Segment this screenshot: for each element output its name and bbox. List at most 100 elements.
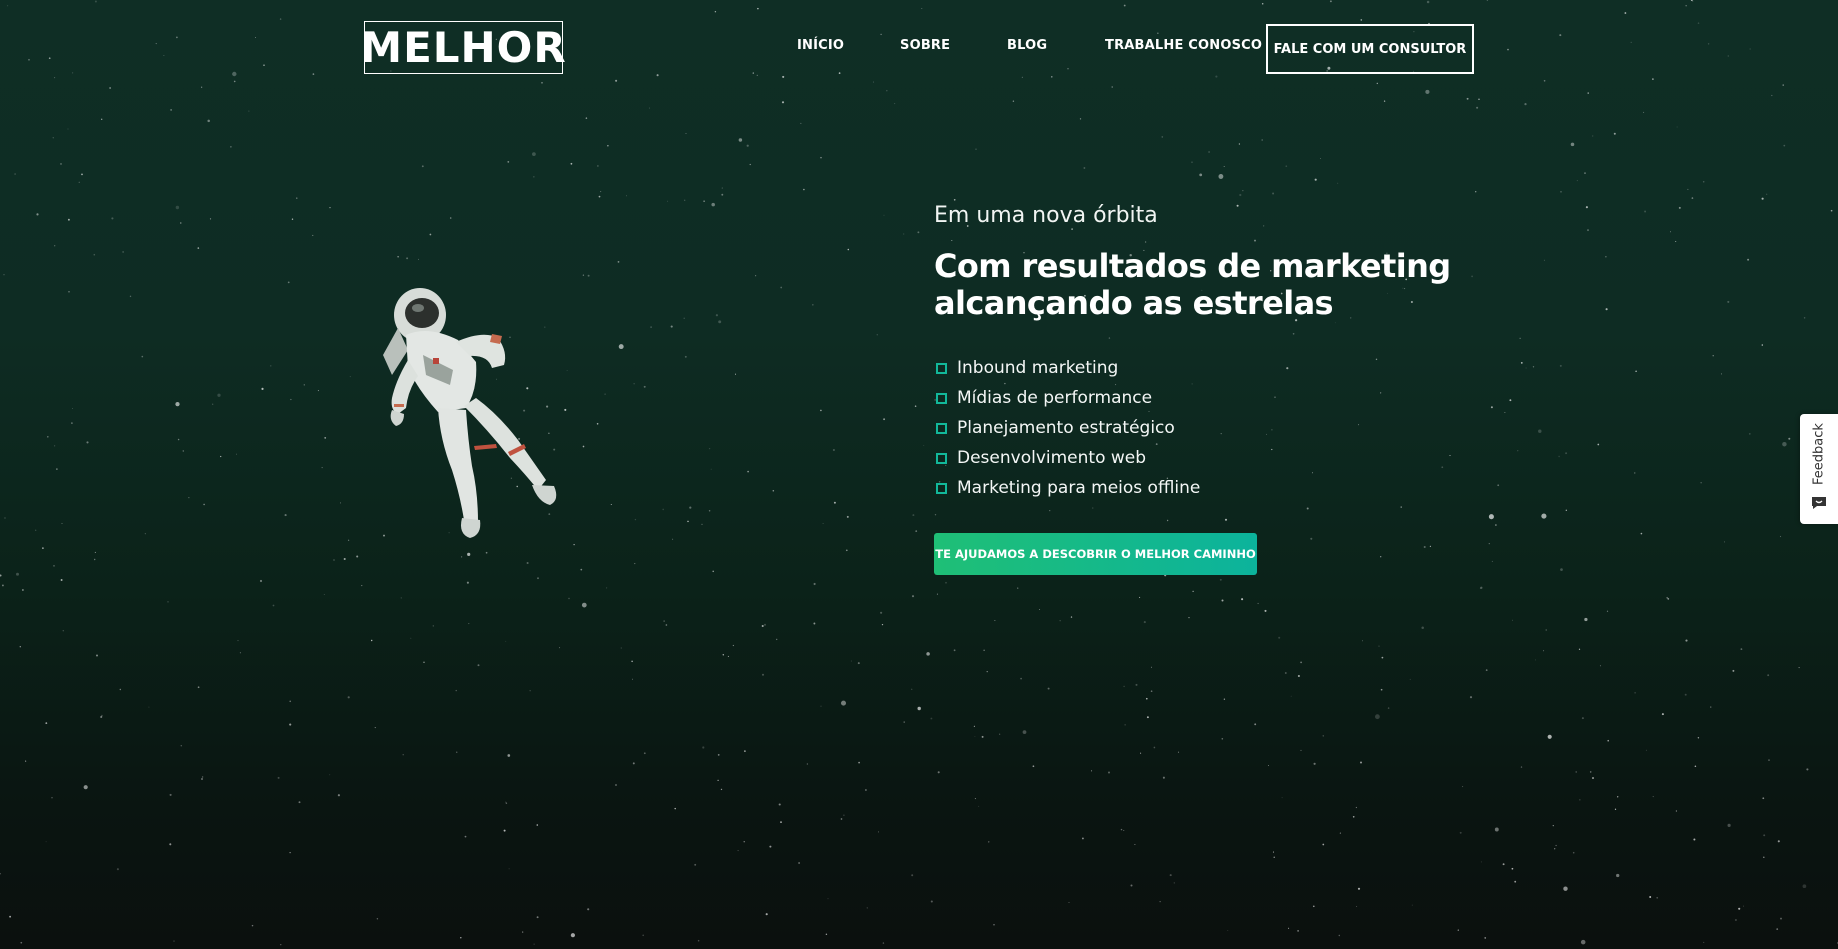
star [111,217,114,220]
star [1425,89,1430,94]
star [1227,930,1229,931]
nav-inicio[interactable]: INÍCIO [797,38,844,53]
star [973,725,975,727]
star [54,77,56,79]
star [374,727,376,729]
square-bullet-icon [936,392,947,404]
star [1830,209,1833,212]
star [1123,685,1125,688]
star [1224,518,1228,521]
star [620,647,622,649]
star [715,314,718,317]
consultant-button[interactable]: FALE COM UM CONSULTOR [1266,24,1474,74]
star [1254,723,1257,726]
star [580,568,583,571]
star [917,231,920,234]
list-item: Mídias de performance [934,383,1200,413]
star [803,188,805,191]
star [1469,696,1473,699]
star [48,57,51,60]
star [93,253,96,256]
star [248,110,250,112]
star [981,735,984,738]
star [94,551,96,553]
star [1560,190,1562,193]
star [585,117,588,119]
star [710,468,712,470]
star [176,36,178,39]
star [261,387,264,390]
star [1488,514,1494,520]
star [418,258,419,260]
star [201,86,203,88]
star [56,468,58,470]
star [721,187,723,189]
star [347,696,350,699]
logo[interactable]: MELHOR [360,21,566,74]
star [978,805,980,807]
star [1111,86,1113,88]
star [648,107,651,109]
star [340,502,342,504]
star [712,570,714,573]
star [333,559,335,561]
star [1607,739,1609,742]
star [1777,840,1780,843]
discover-path-button[interactable]: TE AJUDAMOS A DESCOBRIR O MELHOR CAMINHO [934,533,1257,575]
star [1162,776,1165,779]
star [665,624,668,626]
star [508,868,510,870]
discover-path-button-label: TE AJUDAMOS A DESCOBRIR O MELHOR CAMINHO [935,547,1256,561]
star [287,281,290,284]
star [177,438,180,441]
star [615,79,618,82]
star [1220,432,1222,435]
star [1802,884,1807,889]
star [277,776,280,779]
star [1261,139,1264,141]
nav-blog[interactable]: BLOG [1007,38,1047,53]
star [203,503,205,506]
star [974,798,976,800]
star [19,646,21,648]
star [1139,596,1141,598]
star [421,165,424,168]
star [974,736,976,737]
nav-trabalhe-conosco[interactable]: TRABALHE CONOSCO [1105,38,1262,53]
star [1507,48,1509,51]
star [167,601,169,603]
star [464,835,467,838]
star [1763,856,1765,858]
star [1192,590,1194,593]
star [1635,370,1637,373]
star [1584,172,1586,175]
star [1511,619,1514,621]
star [1768,759,1770,761]
star [217,393,221,397]
star [52,137,54,139]
star [1675,240,1677,243]
star [1667,598,1670,600]
star [101,118,103,120]
star [1685,5,1687,7]
nav-sobre[interactable]: SOBRE [900,38,950,53]
service-label: Inbound marketing [957,358,1119,378]
feedback-tab[interactable]: Feedback [1800,414,1838,524]
star [858,761,860,764]
star [1021,76,1024,78]
star [1599,665,1601,667]
star [1494,827,1499,832]
star [1504,412,1506,413]
star [180,745,182,747]
star [718,320,722,324]
star [410,637,412,639]
star [1429,545,1432,548]
logo-text: MELHOR [360,22,567,72]
square-bullet-icon [936,452,947,464]
star [0,873,1,875]
star [1067,68,1069,70]
star [757,7,759,10]
star [129,295,132,298]
star [1479,587,1482,590]
service-label: Planejamento estratégico [957,418,1175,438]
